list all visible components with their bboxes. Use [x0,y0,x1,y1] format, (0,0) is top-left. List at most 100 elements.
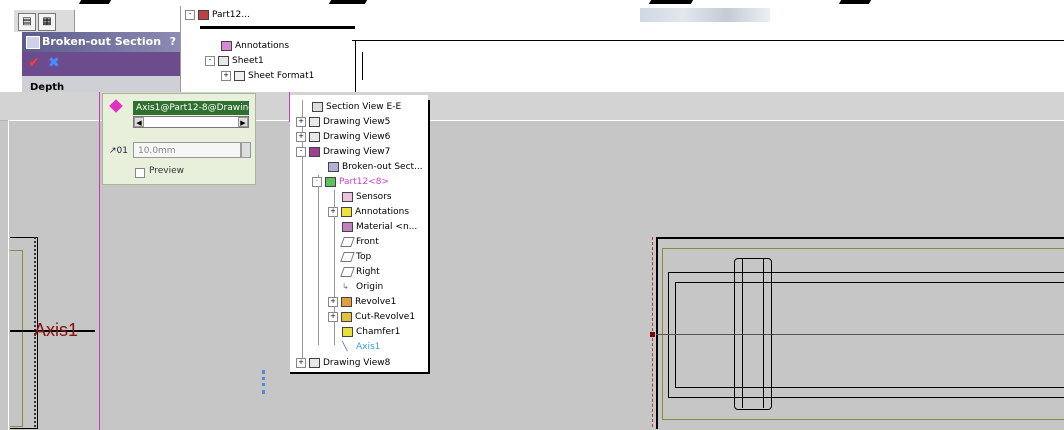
upper-feature-tree: - Part12... Annotations - Sheet1 + Sheet Fo… [180,6,361,92]
tree-item-label: Drawing View7 [323,147,391,157]
feature-manager-tab-icon[interactable]: ▤ [18,13,36,31]
expand-toggle-icon[interactable]: + [328,206,338,217]
tree-item-sheet[interactable]: - Sheet1 [205,54,264,68]
depth-input[interactable]: 10.0mm [133,142,241,158]
tree-item-drawing-view5[interactable]: + Drawing View5 [296,115,390,130]
tree-item-label: Part12<8> [339,177,390,187]
tree-item-annotations[interactable]: + Annotations [328,205,409,220]
depth-prefix: 01 [116,146,128,156]
scroll-right-icon[interactable]: ▶ [238,117,248,127]
sensors-icon [342,191,353,202]
tree-item-label: Sheet1 [232,56,264,66]
tree-item-front-plane[interactable]: Front [340,235,379,250]
preview-checkbox[interactable] [135,168,145,178]
tree-item-label: Material <n... [356,222,418,232]
cut-revolve-icon [341,311,352,322]
ok-check-icon[interactable]: ✔ [28,55,40,71]
cancel-x-icon[interactable]: ✖ [48,55,60,71]
tree-item-revolve1[interactable]: + Revolve1 [328,295,396,310]
tree-item-cut-revolve1[interactable]: + Cut-Revolve1 [328,310,415,325]
drawing-stroke [362,52,363,80]
annotations-icon [341,206,352,217]
tree-item-section-view[interactable]: Section View E-E [312,100,401,115]
toolbar-glyph-strip [640,8,770,22]
collapse-toggle-icon[interactable]: - [296,146,306,157]
tree-item-drawing-view8[interactable]: + Drawing View8 [296,356,390,371]
drawing-stroke [328,0,368,4]
sheet-border [8,120,9,430]
selection-scrollbar[interactable]: ◀ ▶ [133,116,249,128]
tree-item-broken-out-section[interactable]: Broken-out Sect... [328,160,423,175]
expand-toggle-icon[interactable]: + [296,357,306,368]
revolve-icon [341,296,352,307]
tree-item-right-plane[interactable]: Right [340,265,380,280]
expand-toggle-icon[interactable]: + [296,116,306,127]
tree-item-label: Broken-out Sect... [342,162,423,172]
view-boundary-line [99,92,100,430]
collapse-toggle-icon[interactable]: - [205,55,215,66]
tree-item-label: Annotations [235,41,290,51]
tree-item-annotations[interactable]: Annotations [221,39,289,53]
material-icon [342,221,353,232]
tree-connector [318,175,319,345]
tree-item-label: Sensors [356,192,392,202]
tree-item-origin[interactable]: ↳ Origin [342,280,383,295]
depth-spinner[interactable] [241,142,251,158]
tree-item-chamfer1[interactable]: Chamfer1 [342,325,400,340]
expand-toggle-icon[interactable]: + [221,70,231,81]
drawing-view-icon [309,131,320,142]
scroll-left-icon[interactable]: ◀ [134,117,144,127]
tree-item-material[interactable]: Material <n... [342,220,417,235]
tree-item-label: Drawing View6 [323,132,391,142]
tree-item-drawing-view7[interactable]: - Drawing View7 [296,145,390,160]
tree-item-top-plane[interactable]: Top [340,250,371,265]
tree-item-label: Right [356,267,380,277]
selected-entity-field[interactable]: Axis1@Part12-8@Drawing [133,101,249,115]
axis-label[interactable]: Axis1 [34,320,78,341]
property-manager-tab-icon[interactable]: ▦ [38,13,56,31]
property-manager-header: Broken-out Section ? [22,32,184,52]
selection-cube-icon [109,99,123,113]
depth-icon: ↗01 [109,146,128,156]
drawing-view-icon [309,116,320,127]
tree-item-label: Chamfer1 [356,327,401,337]
tree-item-label: Origin [356,282,384,292]
collapse-toggle-icon[interactable]: - [312,176,322,187]
expand-toggle-icon[interactable]: + [328,296,338,307]
selection-popup: Axis1@Part12-8@Drawing ◀ ▶ ↗01 10.0mm Pr… [102,93,256,185]
left-view-outline [10,250,23,427]
plane-icon [340,266,355,277]
tree-item-label: Sheet Format1 [248,71,315,81]
drawing-stroke [200,26,355,29]
part-icon [325,176,336,187]
drawing-icon [198,9,209,20]
chamfer-icon [342,326,353,337]
selection-handle[interactable] [262,370,271,394]
tree-item-sheet-format[interactable]: + Sheet Format1 [221,69,314,83]
broken-out-section-icon [328,161,339,172]
flyout-feature-tree: Section View E-E + Drawing View5 + Drawing… [290,100,430,374]
tree-item-label: Drawing View8 [323,358,391,368]
tree-item-sensors[interactable]: Sensors [342,190,392,205]
origin-icon: ↳ [342,281,349,291]
tree-item-part12[interactable]: - Part12<8> [312,175,389,190]
depth-group-header[interactable]: Depth [22,76,184,93]
tree-item-label: Drawing View5 [323,117,391,127]
tree-item-part[interactable]: - Part12... [185,8,250,22]
tree-item-axis1[interactable]: ╲ Axis1 [342,340,380,355]
plane-icon [340,251,355,262]
annotations-folder-icon [221,40,232,51]
section-point [650,332,655,337]
tree-item-label: Part12... [212,10,250,20]
manager-tabs: ▤ ▦ [14,10,75,32]
expand-toggle-icon[interactable]: + [296,131,306,142]
collapse-toggle-icon[interactable]: - [185,9,195,20]
drawing-stroke [838,0,872,4]
tree-item-drawing-view6[interactable]: + Drawing View6 [296,130,390,145]
tree-item-label: Front [356,237,379,247]
expand-toggle-icon[interactable]: + [328,311,338,322]
shaft-centerline [656,334,1064,335]
section-view-icon [312,101,323,112]
tree-item-label: Axis1 [356,342,381,352]
help-button[interactable]: ? [170,32,176,52]
